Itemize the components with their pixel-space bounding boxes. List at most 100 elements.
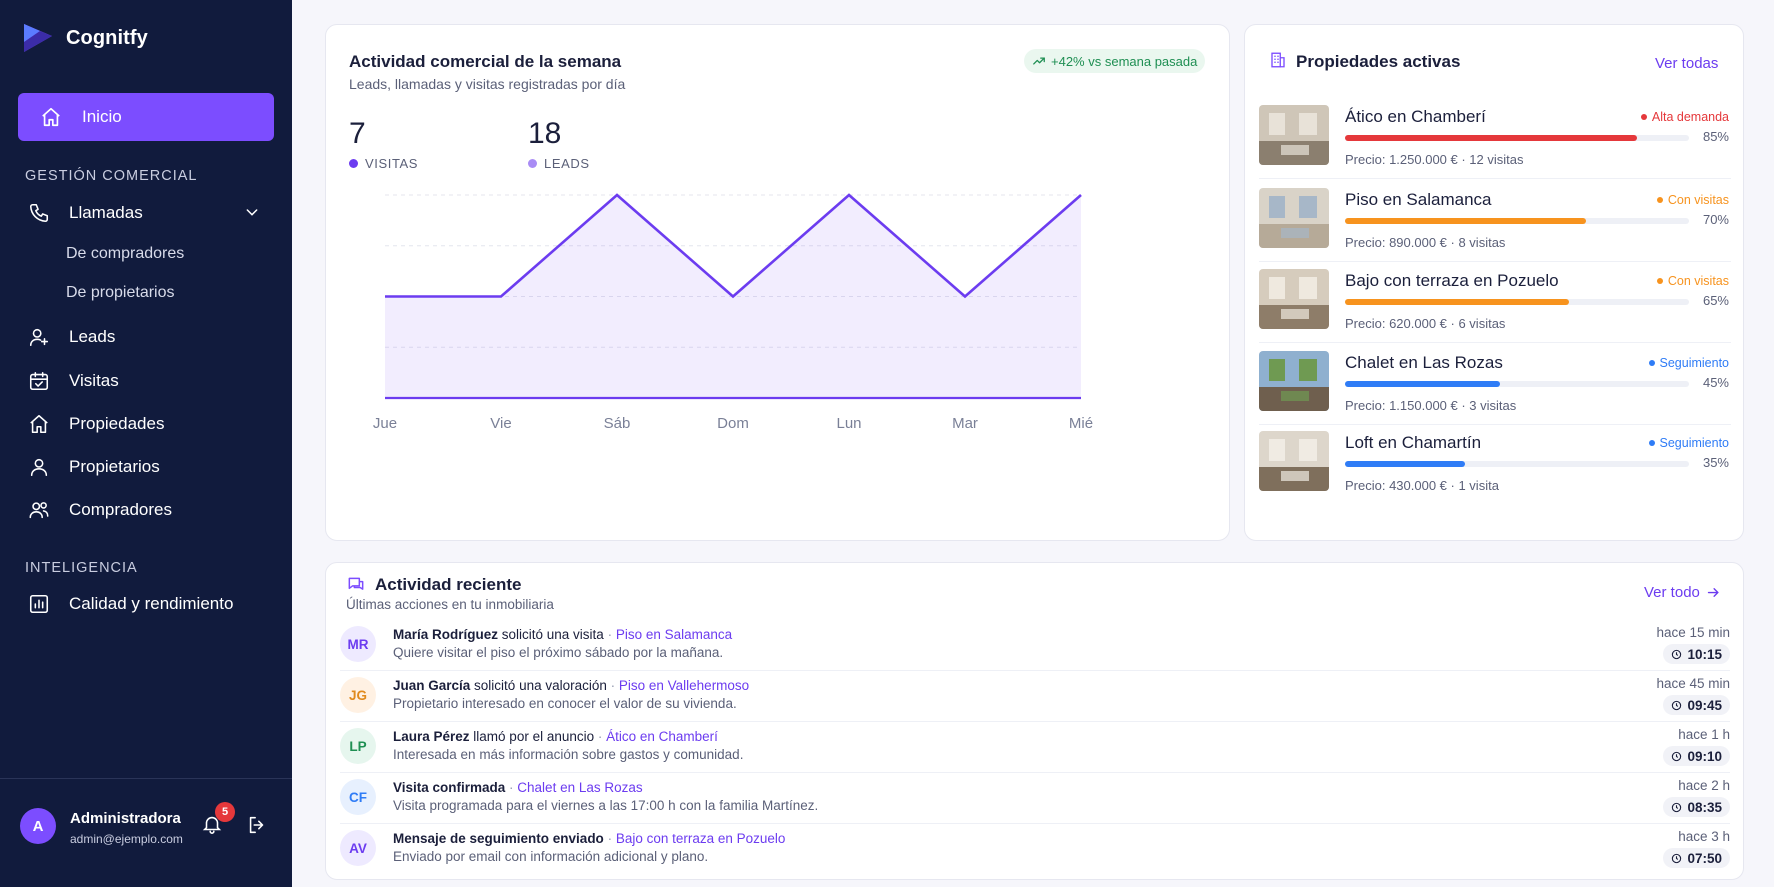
status-dot — [1656, 197, 1663, 203]
activity-item[interactable]: LP Laura Pérez llamó por el anuncio · Át… — [340, 722, 1730, 772]
activity-detail: Visita programada para el viernes a las … — [393, 798, 819, 813]
progress-fill — [1345, 218, 1586, 224]
calendar-check-icon — [28, 370, 50, 392]
activity-avatar: CF — [340, 779, 376, 815]
activity-actor: Visita confirmada — [393, 780, 506, 795]
separator: · — [603, 627, 616, 642]
nav-subitem-propietarios[interactable]: De propietarios — [66, 284, 175, 302]
user-icon — [28, 456, 50, 478]
property-item[interactable]: Bajo con terraza en Pozuelo Con visitas … — [1259, 259, 1729, 341]
status-text: Seguimiento — [1659, 356, 1730, 370]
activity-actor: Laura Pérez — [393, 729, 470, 744]
view-all-properties-link[interactable]: Ver todas — [1655, 55, 1718, 72]
building-icon — [1271, 52, 1285, 68]
activity-actor: Mensaje de seguimiento enviado — [393, 831, 604, 846]
activity-property-link[interactable]: Chalet en Las Rozas — [517, 780, 642, 795]
progress-track — [1345, 299, 1689, 305]
clock-icon — [1672, 649, 1682, 659]
logout-icon[interactable] — [246, 814, 268, 836]
nav-subitem-compradores[interactable]: De compradores — [66, 245, 184, 263]
card-title: Propiedades activas — [1296, 52, 1461, 71]
activity-detail: Enviado por email con información adicio… — [393, 849, 709, 864]
activity-ago: hace 1 h — [1678, 727, 1730, 742]
progress-fill — [1345, 461, 1466, 467]
property-photo — [1259, 431, 1329, 491]
activity-item[interactable]: JG Juan García solicitó una valoración ·… — [340, 671, 1730, 721]
time-text: 10:15 — [1687, 646, 1722, 662]
progress-percent: 65% — [1702, 293, 1729, 308]
progress-fill — [1345, 381, 1500, 387]
separator: · — [603, 831, 616, 846]
property-name: Bajo con terraza en Pozuelo — [1345, 271, 1559, 290]
property-status: Alta demanda — [1640, 110, 1729, 124]
progress-percent: 45% — [1702, 375, 1729, 390]
user-email: admin@ejemplo.com — [70, 832, 183, 846]
activity-detail: Propietario interesado en conocer el val… — [393, 696, 737, 711]
activity-summary: Visita confirmada · Chalet en Las Rozas — [393, 780, 643, 795]
property-status: Con visitas — [1656, 274, 1729, 288]
nav-item-inicio[interactable]: Inicio — [18, 93, 274, 141]
activity-avatar: LP — [340, 728, 376, 764]
x-tick-label: Sáb — [604, 415, 631, 432]
nav-item-llamadas[interactable]: Llamadas — [28, 198, 143, 228]
clock-icon — [1672, 751, 1682, 761]
nav-item-label: Compradores — [69, 500, 172, 519]
x-tick-label: Lun — [836, 415, 861, 432]
activity-action: solicitó una valoración — [470, 678, 607, 693]
separator: · — [606, 678, 619, 693]
property-item[interactable]: Piso en Salamanca Con visitas 70% Precio… — [1259, 178, 1729, 260]
activity-property-link[interactable]: Piso en Salamanca — [616, 627, 732, 642]
status-dot — [1648, 440, 1655, 446]
nav-item-label: Propietarios — [69, 457, 160, 476]
activity-property-link[interactable]: Ático en Chamberí — [606, 729, 718, 744]
active-properties-card: Propiedades activas Ver todas Ático en C… — [1244, 24, 1744, 541]
activity-avatar: MR — [340, 626, 376, 662]
nav-item-visitas[interactable]: Visitas — [28, 366, 119, 396]
clock-icon — [1672, 700, 1682, 710]
activity-time: 09:10 — [1663, 746, 1730, 766]
activity-property-link[interactable]: Piso en Vallehermoso — [619, 678, 749, 693]
time-text: 07:50 — [1687, 850, 1722, 866]
brand[interactable]: Cognitfy — [22, 22, 148, 54]
activity-item[interactable]: AV Mensaje de seguimiento enviado · Bajo… — [340, 824, 1730, 874]
nav-item-compradores[interactable]: Compradores — [28, 495, 172, 525]
progress-fill — [1345, 135, 1638, 141]
property-item[interactable]: Ático en Chamberí Alta demanda 85% Preci… — [1259, 95, 1729, 177]
chevron-down-icon[interactable] — [244, 204, 260, 220]
nav-item-calidad[interactable]: Calidad y rendimiento — [28, 589, 233, 619]
activity-detail: Interesada en más información sobre gast… — [393, 747, 744, 762]
x-tick-label: Mié — [1069, 415, 1093, 432]
users-icon — [28, 499, 50, 521]
home-icon — [42, 107, 60, 127]
property-item[interactable]: Chalet en Las Rozas Seguimiento 45% Prec… — [1259, 341, 1729, 423]
status-dot — [1656, 278, 1663, 284]
time-text: 09:45 — [1687, 697, 1722, 713]
activity-ago: hace 15 min — [1656, 625, 1730, 640]
view-all-activity-link[interactable]: Ver todo — [1644, 584, 1721, 601]
activity-avatar: AV — [340, 830, 376, 866]
activity-item[interactable]: CF Visita confirmada · Chalet en Las Roz… — [340, 773, 1730, 823]
sidebar-divider — [0, 778, 292, 779]
card-title: Actividad reciente — [375, 575, 522, 594]
property-item[interactable]: Loft en Chamartín Seguimiento 35% Precio… — [1259, 421, 1729, 503]
property-price: Precio: 620.000 € · 6 visitas — [1345, 316, 1506, 331]
avatar[interactable]: A — [20, 808, 56, 844]
progress-percent: 70% — [1702, 212, 1729, 227]
property-photo — [1259, 351, 1329, 411]
activity-summary: Laura Pérez llamó por el anuncio · Ático… — [393, 729, 718, 744]
activity-ago: hace 45 min — [1656, 676, 1730, 691]
nav-item-propietarios[interactable]: Propietarios — [28, 452, 160, 482]
property-photo — [1259, 269, 1329, 329]
user-plus-icon — [28, 326, 50, 348]
nav-item-propiedades[interactable]: Propiedades — [28, 409, 164, 439]
cognitfy-logo-icon — [24, 24, 52, 52]
progress-track — [1345, 218, 1689, 224]
nav-item-label: Propiedades — [69, 414, 165, 433]
property-name: Ático en Chamberí — [1345, 107, 1486, 126]
activity-property-link[interactable]: Bajo con terraza en Pozuelo — [616, 831, 786, 846]
bar-chart-icon — [28, 593, 50, 615]
activity-item[interactable]: MR María Rodríguez solicitó una visita ·… — [340, 620, 1730, 670]
weekly-activity-card: Actividad comercial de la semana Leads, … — [325, 24, 1230, 541]
activity-ago: hace 3 h — [1678, 829, 1730, 844]
nav-item-leads[interactable]: Leads — [28, 322, 115, 352]
